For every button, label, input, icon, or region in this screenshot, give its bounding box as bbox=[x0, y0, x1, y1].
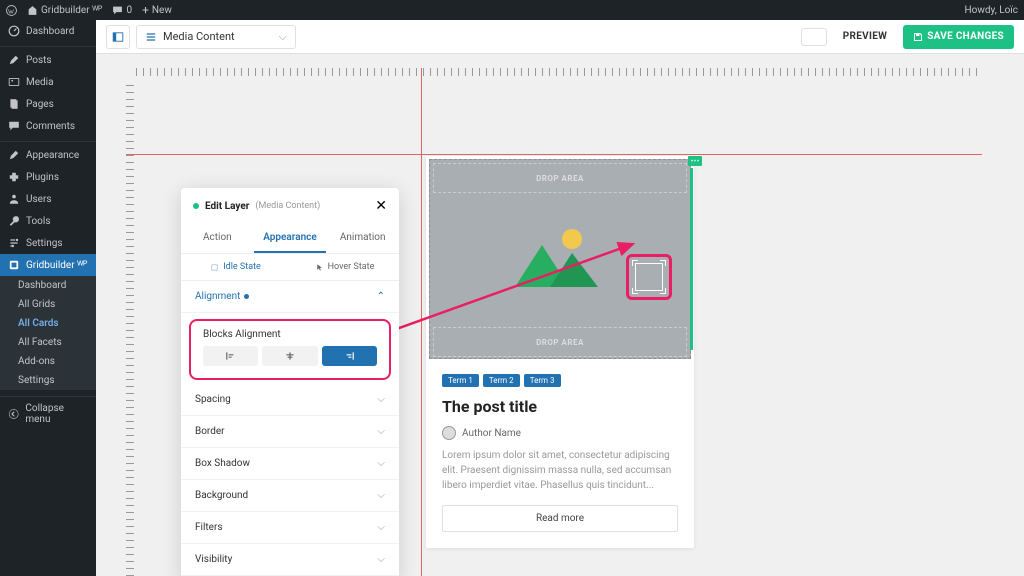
chevron-down-icon: ⌵ bbox=[377, 394, 385, 405]
sidebar-item-gridbuilder[interactable]: Gridbuilder ᵂᴾ bbox=[0, 254, 96, 276]
chevron-down-icon: ⌵ bbox=[377, 458, 385, 469]
submenu-addons[interactable]: Add-ons bbox=[0, 352, 96, 371]
read-more-button[interactable]: Read more bbox=[442, 505, 678, 532]
gridbuilder-submenu: Dashboard All Grids All Cards All Facets… bbox=[0, 276, 96, 390]
layer-actions-handle[interactable]: ⋯ bbox=[688, 156, 702, 166]
layer-selector[interactable]: Media Content ⌵ bbox=[136, 25, 296, 49]
guide-horizontal bbox=[126, 154, 982, 155]
sidebar-item-posts[interactable]: Posts bbox=[0, 46, 96, 71]
term-badge[interactable]: Term 1 bbox=[442, 374, 479, 387]
panel-subtitle: (Media Content) bbox=[255, 201, 320, 211]
blocks-alignment-label: Blocks Alignment bbox=[203, 329, 377, 340]
sidebar-item-appearance[interactable]: Appearance bbox=[0, 141, 96, 166]
submenu-settings[interactable]: Settings bbox=[0, 371, 96, 390]
section-boxshadow[interactable]: Box Shadow⌵ bbox=[181, 448, 399, 480]
sidebar-item-media[interactable]: Media bbox=[0, 71, 96, 93]
card-body: Term 1 Term 2 Term 3 The post title Auth… bbox=[426, 362, 694, 548]
sidebar-item-settings[interactable]: Settings bbox=[0, 232, 96, 254]
panel-toggle-icon[interactable] bbox=[106, 25, 130, 49]
align-right-button[interactable] bbox=[322, 346, 377, 366]
tab-animation[interactable]: Animation bbox=[326, 224, 399, 253]
chevron-down-icon: ⌵ bbox=[377, 554, 385, 565]
builder-canvas[interactable]: ⋯ DROP AREA bbox=[96, 54, 1024, 576]
subtab-hover[interactable]: Hover State bbox=[290, 254, 399, 280]
drop-area-top[interactable]: DROP AREA bbox=[433, 163, 687, 193]
section-border[interactable]: Border⌵ bbox=[181, 416, 399, 448]
sidebar-item-tools[interactable]: Tools bbox=[0, 210, 96, 232]
image-placeholder-icon bbox=[510, 225, 610, 295]
drop-area-bottom[interactable]: DROP AREA bbox=[433, 327, 687, 357]
term-badge[interactable]: Term 2 bbox=[483, 374, 520, 387]
avatar bbox=[442, 426, 456, 440]
chevron-down-icon: ⌵ bbox=[377, 490, 385, 501]
card-preview: ⋯ DROP AREA bbox=[426, 156, 694, 548]
builder-toolbar: Media Content ⌵ PREVIEW SAVE CHANGES bbox=[96, 20, 1024, 54]
save-changes-button[interactable]: SAVE CHANGES bbox=[903, 25, 1014, 49]
toggle-switch[interactable] bbox=[801, 28, 827, 46]
section-background[interactable]: Background⌵ bbox=[181, 480, 399, 512]
collapse-menu[interactable]: Collapse menu bbox=[0, 396, 96, 431]
chevron-up-icon: ⌃ bbox=[377, 291, 385, 302]
media-layer[interactable]: ⋯ DROP AREA bbox=[429, 159, 691, 359]
panel-header: Edit Layer (Media Content) ✕ bbox=[181, 188, 399, 224]
panel-body[interactable]: Alignment ⌃ Blocks Alignment Spacing⌵ Bo… bbox=[181, 281, 399, 576]
main-area: Media Content ⌵ PREVIEW SAVE CHANGES ⋯ D… bbox=[96, 20, 1024, 576]
site-name[interactable]: Gridbuilder ᵂᴾ bbox=[27, 5, 102, 16]
wp-sidebar: Dashboard Posts Media Pages Comments App… bbox=[0, 20, 96, 576]
user-greeting[interactable]: Howdy, Loïc bbox=[965, 5, 1018, 16]
sidebar-item-comments[interactable]: Comments bbox=[0, 115, 96, 137]
post-excerpt: Lorem ipsum dolor sit amet, consectetur … bbox=[442, 448, 678, 493]
submenu-all-grids[interactable]: All Grids bbox=[0, 295, 96, 314]
post-title: The post title bbox=[442, 397, 678, 416]
subtab-idle[interactable]: Idle State bbox=[181, 254, 290, 280]
sidebar-item-pages[interactable]: Pages bbox=[0, 93, 96, 115]
section-visibility[interactable]: Visibility⌵ bbox=[181, 544, 399, 576]
status-dot-icon bbox=[193, 203, 199, 209]
panel-tabs: Action Appearance Animation bbox=[181, 224, 399, 254]
submenu-all-cards[interactable]: All Cards bbox=[0, 314, 96, 333]
edit-layer-panel: Edit Layer (Media Content) ✕ Action Appe… bbox=[181, 188, 399, 576]
wp-logo-icon[interactable] bbox=[6, 5, 17, 16]
post-terms: Term 1 Term 2 Term 3 bbox=[442, 374, 678, 387]
chevron-down-icon: ⌵ bbox=[377, 522, 385, 533]
guide-vertical bbox=[421, 68, 422, 576]
align-center-button[interactable] bbox=[262, 346, 317, 366]
panel-title: Edit Layer bbox=[205, 201, 249, 212]
comments-count[interactable]: 0 bbox=[112, 5, 132, 16]
modified-dot-icon bbox=[244, 294, 249, 299]
chevron-down-icon: ⌵ bbox=[279, 30, 287, 44]
media-placeholder bbox=[430, 196, 690, 324]
alignment-options bbox=[203, 346, 377, 366]
close-icon[interactable]: ✕ bbox=[375, 198, 387, 214]
state-tabs: Idle State Hover State bbox=[181, 254, 399, 281]
term-badge[interactable]: Term 3 bbox=[524, 374, 561, 387]
tab-action[interactable]: Action bbox=[181, 224, 254, 253]
sidebar-item-dashboard[interactable]: Dashboard bbox=[0, 20, 96, 42]
preview-button[interactable]: PREVIEW bbox=[833, 25, 897, 49]
sidebar-item-plugins[interactable]: Plugins bbox=[0, 166, 96, 188]
chevron-down-icon: ⌵ bbox=[377, 426, 385, 437]
author-name: Author Name bbox=[462, 428, 521, 439]
wp-admin-bar: Gridbuilder ᵂᴾ 0 +New Howdy, Loïc bbox=[0, 0, 1024, 20]
resize-handle[interactable] bbox=[690, 168, 693, 350]
section-alignment[interactable]: Alignment ⌃ bbox=[181, 281, 399, 313]
tab-appearance[interactable]: Appearance bbox=[254, 224, 327, 253]
ruler-horizontal bbox=[136, 68, 982, 76]
section-filters[interactable]: Filters⌵ bbox=[181, 512, 399, 544]
submenu-dashboard[interactable]: Dashboard bbox=[0, 276, 96, 295]
new-content[interactable]: +New bbox=[142, 3, 172, 17]
sidebar-item-users[interactable]: Users bbox=[0, 188, 96, 210]
align-left-button[interactable] bbox=[203, 346, 258, 366]
author-row: Author Name bbox=[442, 426, 678, 440]
submenu-all-facets[interactable]: All Facets bbox=[0, 333, 96, 352]
section-spacing[interactable]: Spacing⌵ bbox=[181, 384, 399, 416]
alignment-indicator-highlight bbox=[626, 254, 672, 300]
blocks-alignment-highlight: Blocks Alignment bbox=[189, 319, 391, 380]
save-icon bbox=[913, 32, 923, 42]
